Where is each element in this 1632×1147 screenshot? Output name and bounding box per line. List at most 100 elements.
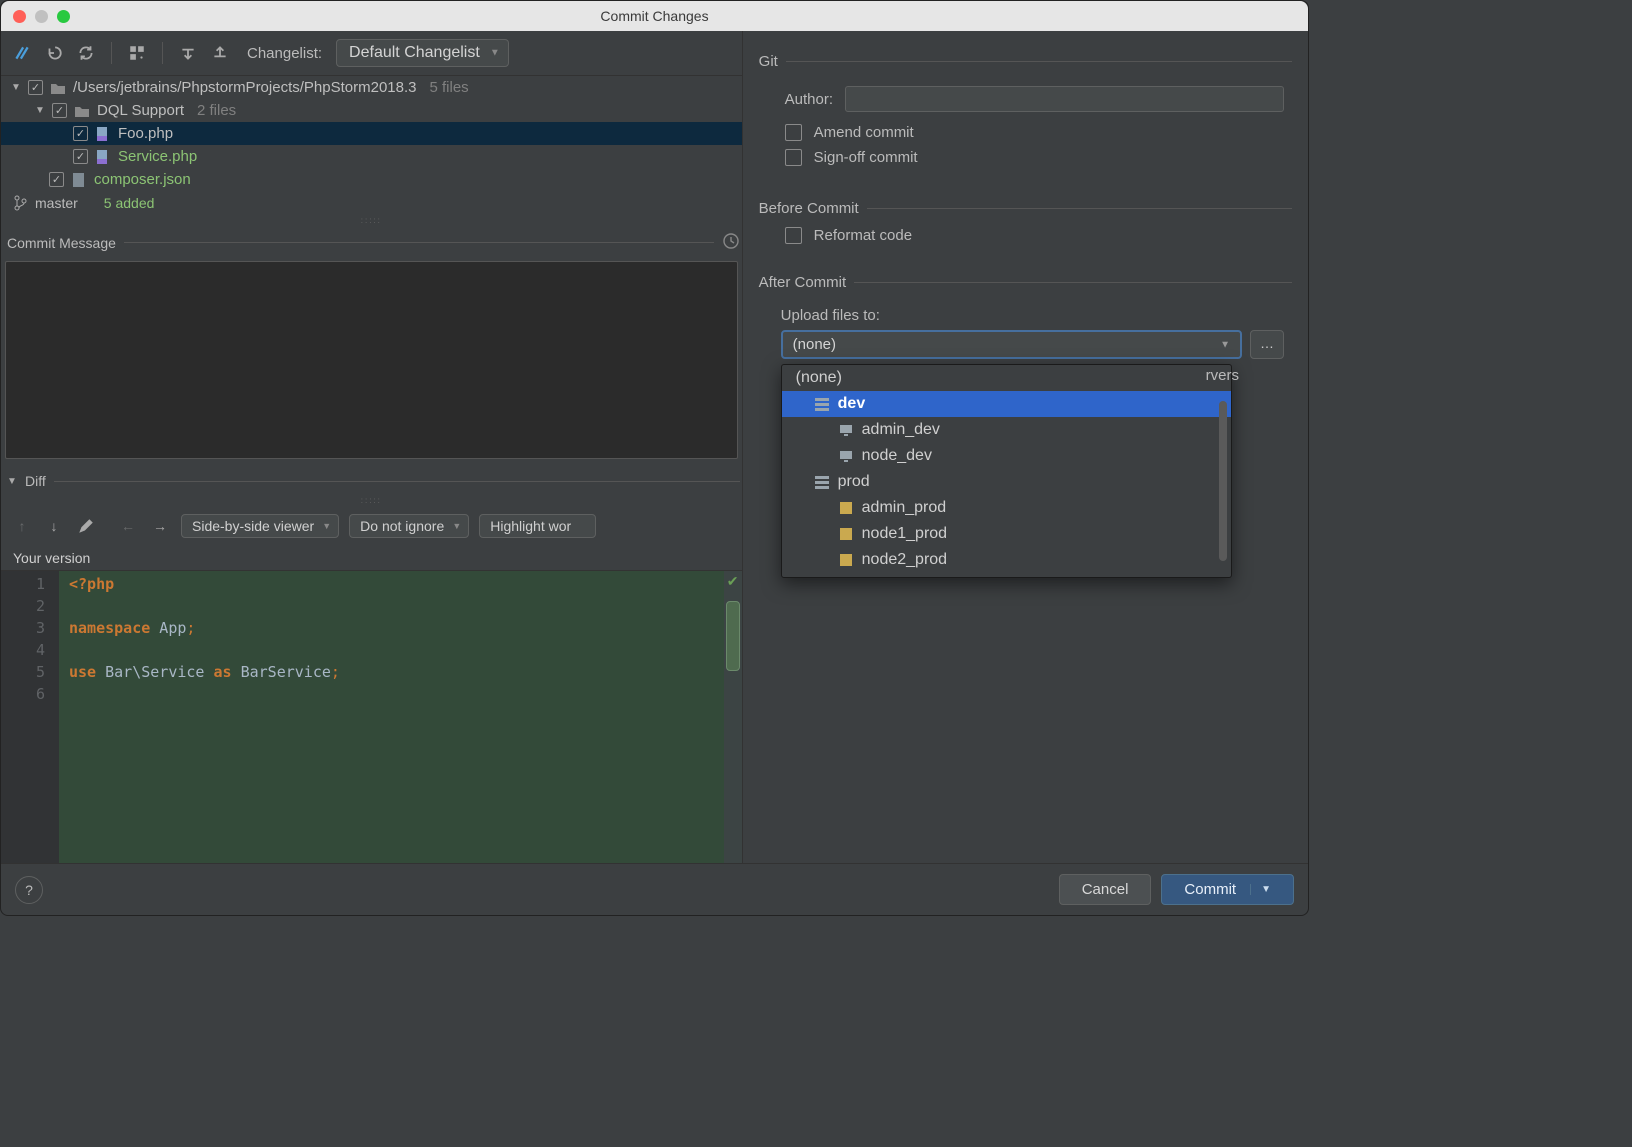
servers-hint: rvers <box>1206 367 1239 384</box>
changes-toolbar: Changelist: Default Changelist ▼ <box>1 31 742 76</box>
php-file-icon <box>95 126 111 142</box>
tree-file-name: composer.json <box>94 171 191 188</box>
upload-option[interactable]: node2_prod <box>782 547 1231 573</box>
refresh-icon[interactable] <box>75 42 97 64</box>
chevron-down-icon[interactable]: ▼ <box>1250 884 1271 895</box>
author-input[interactable] <box>845 86 1284 112</box>
drag-handle[interactable]: ::::: <box>1 495 742 506</box>
git-section-header: Git <box>757 47 1294 76</box>
checkbox[interactable] <box>785 149 802 166</box>
revert-icon[interactable] <box>43 42 65 64</box>
chevron-down-icon: ▼ <box>11 82 21 93</box>
diff-label: Diff <box>25 473 46 489</box>
upload-option[interactable]: dev <box>782 391 1231 417</box>
diff-mode-dropdown[interactable]: Side-by-side viewer ▼ <box>181 514 339 538</box>
next-diff-icon[interactable]: ↓ <box>43 515 65 537</box>
chevron-down-icon: ▼ <box>490 48 500 59</box>
tree-folder-count: 2 files <box>197 102 236 119</box>
reformat-row[interactable]: Reformat code <box>785 227 1284 244</box>
amend-row[interactable]: Amend commit <box>785 124 1284 141</box>
checkbox[interactable]: ✓ <box>28 80 43 95</box>
amend-label: Amend commit <box>814 124 914 141</box>
after-commit-header: After Commit <box>757 268 1294 297</box>
upload-option[interactable]: (none) <box>782 365 1231 391</box>
upload-option[interactable]: prod <box>782 469 1231 495</box>
forward-icon[interactable]: → <box>149 515 171 537</box>
right-pane: Git Author: Amend commit Sign-off commit… <box>743 31 1308 863</box>
checkbox[interactable] <box>785 227 802 244</box>
help-button[interactable]: ? <box>15 876 43 904</box>
highlight-value: Highlight wor <box>490 518 571 534</box>
whitespace-dropdown[interactable]: Do not ignore ▼ <box>349 514 469 538</box>
cancel-button[interactable]: Cancel <box>1059 874 1152 905</box>
changelist-label: Changelist: <box>247 45 322 62</box>
upload-option[interactable]: node1_prod <box>782 521 1231 547</box>
upload-option[interactable]: node_dev <box>782 443 1231 469</box>
chevron-down-icon: ▼ <box>1220 339 1230 350</box>
diff-toolbar: ↑ ↓ ← → Side-by-side viewer ▼ Do not igno… <box>1 506 742 546</box>
tree-root-count: 5 files <box>429 79 468 96</box>
tree-file-row[interactable]: ✓ Foo.php <box>1 122 742 145</box>
back-icon: ← <box>117 515 139 537</box>
show-diff-icon[interactable] <box>11 42 33 64</box>
drag-handle[interactable]: ::::: <box>1 215 742 226</box>
signoff-row[interactable]: Sign-off commit <box>785 149 1284 166</box>
scroll-marker[interactable] <box>726 601 740 671</box>
code-body[interactable]: <?php namespace App; use Bar\Service as … <box>59 571 742 863</box>
code-gutter: 1 2 3 4 5 6 <box>1 571 59 863</box>
checkbox[interactable]: ✓ <box>73 149 88 164</box>
diff-header[interactable]: ▼ Diff <box>1 467 742 495</box>
expand-icon[interactable] <box>177 42 199 64</box>
left-pane: Changelist: Default Changelist ▼ ▼ ✓ /Us… <box>1 31 743 863</box>
tree-root-path: /Users/jetbrains/PhpstormProjects/PhpSto… <box>73 79 416 96</box>
folder-icon <box>50 81 66 95</box>
chevron-down-icon: ▼ <box>452 521 461 531</box>
changelist-value: Default Changelist <box>349 44 480 61</box>
checkbox[interactable]: ✓ <box>52 103 67 118</box>
reformat-label: Reformat code <box>814 227 912 244</box>
collapse-icon[interactable] <box>209 42 231 64</box>
browse-button[interactable]: … <box>1250 330 1284 359</box>
checkbox[interactable]: ✓ <box>49 172 64 187</box>
folder-icon <box>74 104 90 118</box>
signoff-label: Sign-off commit <box>814 149 918 166</box>
branch-status: 5 added <box>104 195 155 211</box>
prev-diff-icon: ↑ <box>11 515 33 537</box>
scrollbar[interactable] <box>1219 401 1227 561</box>
tree-root-row[interactable]: ▼ ✓ /Users/jetbrains/PhpstormProjects/Ph… <box>1 76 742 99</box>
code-viewer: 1 2 3 4 5 6 <?php namespace App; use Bar… <box>1 570 742 863</box>
upload-value: (none) <box>793 336 836 353</box>
titlebar: Commit Changes <box>1 1 1308 31</box>
tree-folder-name: DQL Support <box>97 102 184 119</box>
checkmark-icon: ✔ <box>724 571 742 590</box>
commit-message-label: Commit Message <box>7 235 116 251</box>
checkbox[interactable]: ✓ <box>73 126 88 141</box>
upload-option[interactable]: admin_dev <box>782 417 1231 443</box>
tree-file-name: Foo.php <box>118 125 173 142</box>
commit-message-header: Commit Message <box>1 226 742 259</box>
upload-dropdown[interactable]: (none) ▼ <box>781 330 1242 359</box>
commit-button[interactable]: Commit ▼ <box>1161 874 1294 905</box>
author-label: Author: <box>785 91 833 108</box>
edit-icon[interactable] <box>75 515 97 537</box>
json-file-icon <box>71 172 87 188</box>
checkbox[interactable] <box>785 124 802 141</box>
dialog-footer: ? Cancel Commit ▼ <box>1 863 1308 915</box>
tree-file-row[interactable]: ✓ Service.php <box>1 145 742 168</box>
branch-name: master <box>35 195 78 211</box>
chevron-down-icon: ▼ <box>322 521 331 531</box>
chevron-down-icon: ▼ <box>35 105 45 116</box>
author-row: Author: <box>785 86 1284 112</box>
history-icon[interactable] <box>722 232 740 253</box>
whitespace-value: Do not ignore <box>360 518 444 534</box>
commit-message-input[interactable] <box>5 261 738 459</box>
tree-file-row[interactable]: ✓ composer.json <box>1 168 742 191</box>
upload-option[interactable]: admin_prod <box>782 495 1231 521</box>
changelist-dropdown[interactable]: Default Changelist ▼ <box>336 39 509 67</box>
tree-folder-row[interactable]: ▼ ✓ DQL Support 2 files <box>1 99 742 122</box>
diff-mode-value: Side-by-side viewer <box>192 518 314 534</box>
window-title: Commit Changes <box>1 8 1308 24</box>
branch-row: master 5 added <box>1 191 742 215</box>
group-icon[interactable] <box>126 42 148 64</box>
highlight-dropdown[interactable]: Highlight wor <box>479 514 596 538</box>
